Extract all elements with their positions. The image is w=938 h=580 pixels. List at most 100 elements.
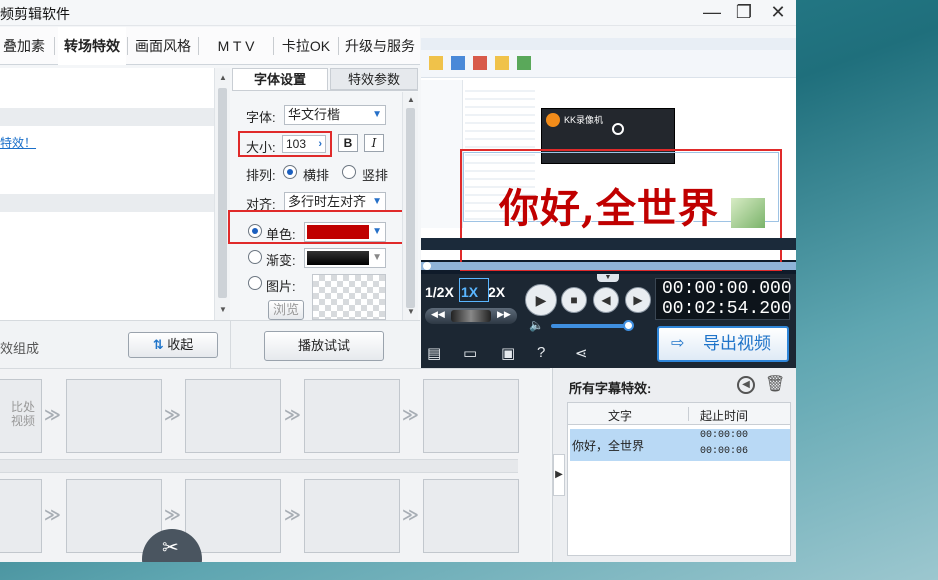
close-button[interactable]: ✕	[763, 1, 793, 23]
minimize-button[interactable]: —	[697, 1, 727, 23]
scroll-up-icon[interactable]: ▲	[404, 94, 418, 106]
save-icon[interactable]: ▣	[501, 344, 515, 362]
properties-icon	[517, 56, 531, 70]
forward-icon[interactable]: ▶▶	[497, 309, 511, 320]
align-select[interactable]: 多行时左对齐 ▼	[284, 192, 386, 212]
volume-icon[interactable]: 🔈	[529, 318, 544, 332]
progress-handle[interactable]	[423, 262, 431, 270]
settings-scrollbar[interactable]: ▲ ▼	[402, 92, 418, 320]
open-folder-icon[interactable]: ▭	[463, 344, 477, 362]
layout-horizontal-radio[interactable]	[283, 165, 297, 179]
bold-button[interactable]: B	[338, 134, 358, 152]
jog-knob[interactable]	[451, 310, 491, 322]
tab-overlay[interactable]: 叠加素材	[0, 27, 50, 92]
subtitle-panel-title: 所有字幕特效:	[569, 381, 652, 396]
timeline-clip[interactable]	[185, 479, 281, 553]
table-row[interactable]: 你好，全世界 00:00:00 00:00:06	[570, 429, 790, 461]
size-value: 103	[286, 137, 307, 151]
chevron-down-icon: ▼	[372, 109, 382, 120]
tab-effect-params[interactable]: 特效参数	[330, 68, 418, 90]
list-item[interactable]	[0, 108, 214, 126]
subtitle-panel: ▶ 所有字幕特效: ◀ 🗑 文字 起止时间 你好，全世界 00:00:00 00…	[552, 368, 796, 562]
scroll-up-icon[interactable]: ▲	[216, 72, 230, 84]
export-video-button[interactable]: ⇨ 导出视频	[657, 326, 789, 362]
play-test-button[interactable]: 播放试试	[264, 331, 384, 361]
prev-frame-button[interactable]: ◀	[593, 287, 619, 313]
expand-panel-icon[interactable]: ▶	[553, 454, 565, 496]
font-select[interactable]: 华文行楷 ▼	[284, 105, 386, 125]
italic-button[interactable]: I	[364, 134, 384, 152]
tab-karaoke[interactable]: 卡拉OK	[276, 27, 336, 65]
timeline-divider	[0, 459, 518, 473]
layout-vertical-label[interactable]: 竖排	[362, 165, 388, 184]
subtab-divider	[232, 90, 418, 91]
speed-2x-button[interactable]: 2X	[488, 284, 505, 300]
trash-icon[interactable]: 🗑	[765, 374, 785, 394]
image-radio[interactable]	[248, 276, 262, 290]
timeline-clip[interactable]	[304, 479, 400, 553]
solid-color-picker[interactable]: ▼	[304, 222, 386, 242]
tab-style[interactable]: 画面风格	[130, 27, 196, 65]
scroll-down-icon[interactable]: ▼	[404, 306, 418, 318]
video-preview[interactable]: KK录像机 你好,全世界	[421, 38, 796, 274]
timeline-clip[interactable]: 比处 视频	[0, 379, 42, 453]
volume-handle[interactable]	[623, 320, 634, 331]
chevron-right-icon: ≫	[44, 507, 61, 524]
browse-button[interactable]: 浏览	[268, 300, 304, 320]
list-item[interactable]	[0, 194, 214, 212]
back-icon[interactable]: ◀	[737, 376, 755, 394]
solid-color-radio[interactable]	[248, 224, 262, 238]
timeline-clip[interactable]	[423, 479, 519, 553]
timeline-clip[interactable]	[423, 379, 519, 453]
scroll-thumb[interactable]	[406, 108, 415, 308]
progress-bar[interactable]	[421, 262, 796, 270]
share-icon[interactable]: ⋖	[575, 344, 588, 362]
scroll-thumb[interactable]	[218, 88, 227, 298]
image-preview[interactable]	[312, 274, 386, 320]
toolbar-icons: ▤ ▭ ▣ ? ⋖	[427, 344, 647, 364]
jog-wheel[interactable]: ◀◀ ▶▶	[425, 308, 517, 324]
timeline-clip[interactable]	[185, 379, 281, 453]
play-button[interactable]: ▶	[525, 284, 557, 316]
rewind-icon[interactable]: ◀◀	[431, 309, 445, 320]
export-icon: ⇨	[671, 335, 685, 352]
subtitle-table-header: 文字 起止时间	[568, 403, 790, 425]
chevron-down-icon: ▼	[372, 252, 382, 263]
collapse-button[interactable]: ⇅ 收起	[128, 332, 218, 358]
effect-list-panel: 特效！ ▲ ▼	[0, 68, 230, 320]
new-icon[interactable]: ▤	[427, 344, 441, 362]
tab-transition[interactable]: 转场特效	[58, 27, 126, 65]
chevron-right-icon: ≫	[164, 507, 181, 524]
explorer-sidebar	[421, 80, 463, 228]
action-strip: 效组成 ⇅ 收起 播放试试	[0, 320, 420, 369]
tab-mtv[interactable]: M T V	[202, 27, 270, 65]
maximize-button[interactable]: ❐	[729, 1, 759, 23]
layout-horizontal-label[interactable]: 横排	[303, 165, 329, 184]
tab-upgrade[interactable]: 升级与服务	[341, 27, 419, 65]
scroll-down-icon[interactable]: ▼	[216, 304, 230, 316]
size-stepper[interactable]: 103 ›	[282, 135, 326, 153]
volume-slider[interactable]	[551, 320, 634, 331]
speed-half-button[interactable]: 1/2X	[425, 284, 454, 300]
collapse-label: 收起	[167, 337, 194, 352]
divider	[230, 321, 231, 369]
collapse-preview-icon[interactable]: ▼	[597, 274, 619, 282]
preview-screen: KK录像机 你好,全世界	[421, 38, 796, 271]
tab-font-settings[interactable]: 字体设置	[232, 68, 328, 90]
timeline-clip[interactable]	[304, 379, 400, 453]
solid-color-label: 单色:	[266, 227, 296, 242]
effect-link[interactable]: 特效！	[0, 134, 36, 151]
thumbnail-icon	[731, 198, 765, 228]
layout-vertical-radio[interactable]	[342, 165, 356, 179]
help-icon[interactable]: ?	[537, 344, 545, 361]
gradient-picker[interactable]: ▼	[304, 248, 386, 268]
subtitle-overlay-text[interactable]: 你好,全世界	[499, 176, 719, 234]
subtitle-table: 文字 起止时间 你好，全世界 00:00:00 00:00:06	[567, 402, 791, 556]
next-frame-button[interactable]: ▶	[625, 287, 651, 313]
timeline-clip[interactable]	[66, 379, 162, 453]
list-scrollbar[interactable]: ▲ ▼	[214, 68, 230, 320]
stop-button[interactable]: ■	[561, 287, 587, 313]
gradient-radio[interactable]	[248, 250, 262, 264]
recorder-logo-icon	[546, 113, 560, 127]
timeline-clip[interactable]	[0, 479, 42, 553]
